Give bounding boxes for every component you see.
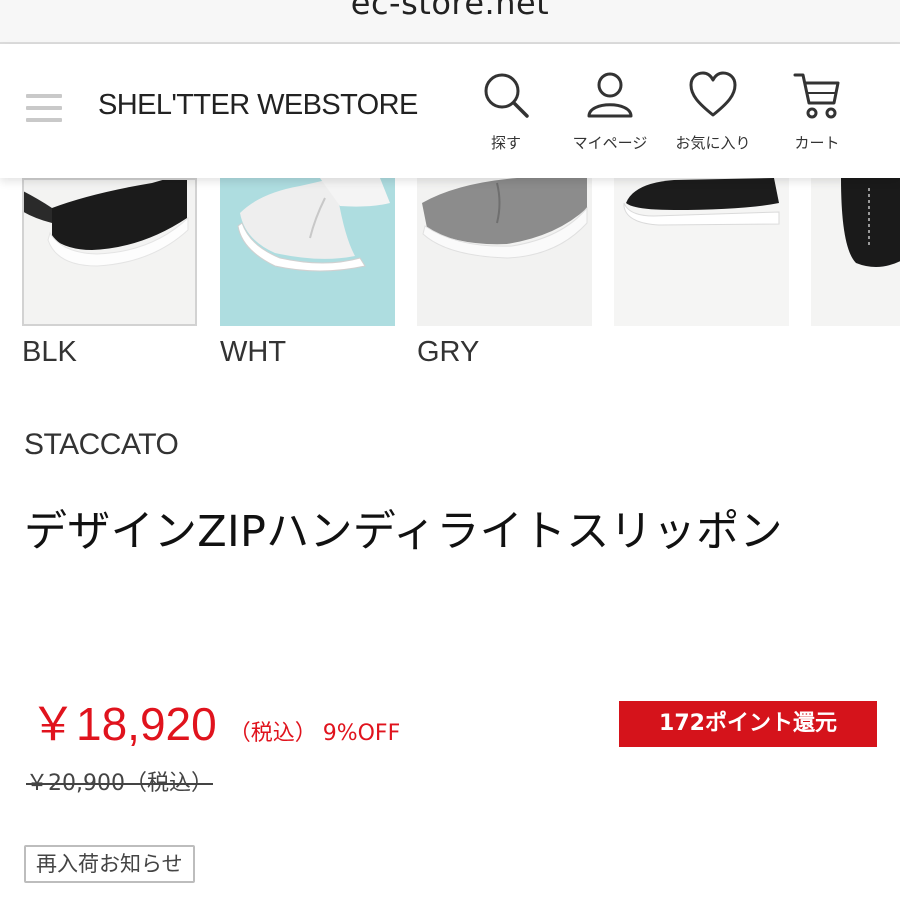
points-badge: 172ポイント還元 — [619, 701, 877, 747]
black-shoe-image — [22, 178, 197, 326]
favorites-button[interactable]: お気に入り — [663, 70, 763, 153]
swatch-detail[interactable] — [811, 178, 900, 326]
menu-icon[interactable] — [26, 94, 62, 124]
brand-link[interactable]: STACCATO — [24, 428, 179, 462]
mypage-label: マイページ — [572, 134, 648, 152]
search-icon — [484, 73, 529, 118]
sale-price: ￥18,920 — [30, 698, 217, 750]
original-price: ￥20,900（税込） — [26, 771, 213, 796]
cart-label: カート — [794, 134, 840, 152]
swatch-label-blk: BLK — [22, 336, 77, 368]
url-text: ec-store.net — [350, 0, 550, 22]
discount-rate: 9%OFF — [322, 721, 401, 746]
cart-icon — [793, 73, 840, 119]
swatch-blk[interactable] — [22, 178, 197, 326]
browser-address-bar[interactable]: ec-store.net — [0, 0, 900, 44]
swatch-wht[interactable] — [220, 178, 395, 326]
tax-note: （税込） — [228, 721, 317, 746]
detail-shoe-image — [811, 178, 900, 326]
search-label: 探す — [490, 134, 521, 152]
color-swatch-strip[interactable]: BLK WHT GRY — [0, 178, 900, 378]
mypage-button[interactable]: マイページ — [560, 70, 660, 153]
store-title[interactable]: SHEL'TTER WEBSTORE — [98, 89, 418, 122]
side-view-shoe-image — [614, 178, 789, 326]
site-header: SHEL'TTER WEBSTORE 探す マイページ お気に入り カート — [0, 44, 900, 178]
favorites-label: お気に入り — [675, 134, 751, 152]
white-shoe-image — [220, 178, 395, 326]
cart-button[interactable]: カート — [767, 70, 867, 153]
heart-icon — [689, 71, 737, 117]
swatch-gry[interactable] — [417, 178, 592, 326]
restock-notify-button[interactable]: 再入荷お知らせ — [24, 845, 195, 883]
swatch-label-wht: WHT — [220, 336, 287, 368]
search-button[interactable]: 探す — [456, 70, 556, 153]
user-icon — [587, 72, 633, 118]
swatch-side-view[interactable] — [614, 178, 789, 326]
product-name: デザインZIPハンディライトスリッポン — [24, 507, 783, 557]
price-block: ￥18,920 （税込） 9%OFF — [30, 688, 400, 754]
gray-shoe-image — [417, 178, 592, 326]
swatch-label-gry: GRY — [417, 336, 480, 368]
